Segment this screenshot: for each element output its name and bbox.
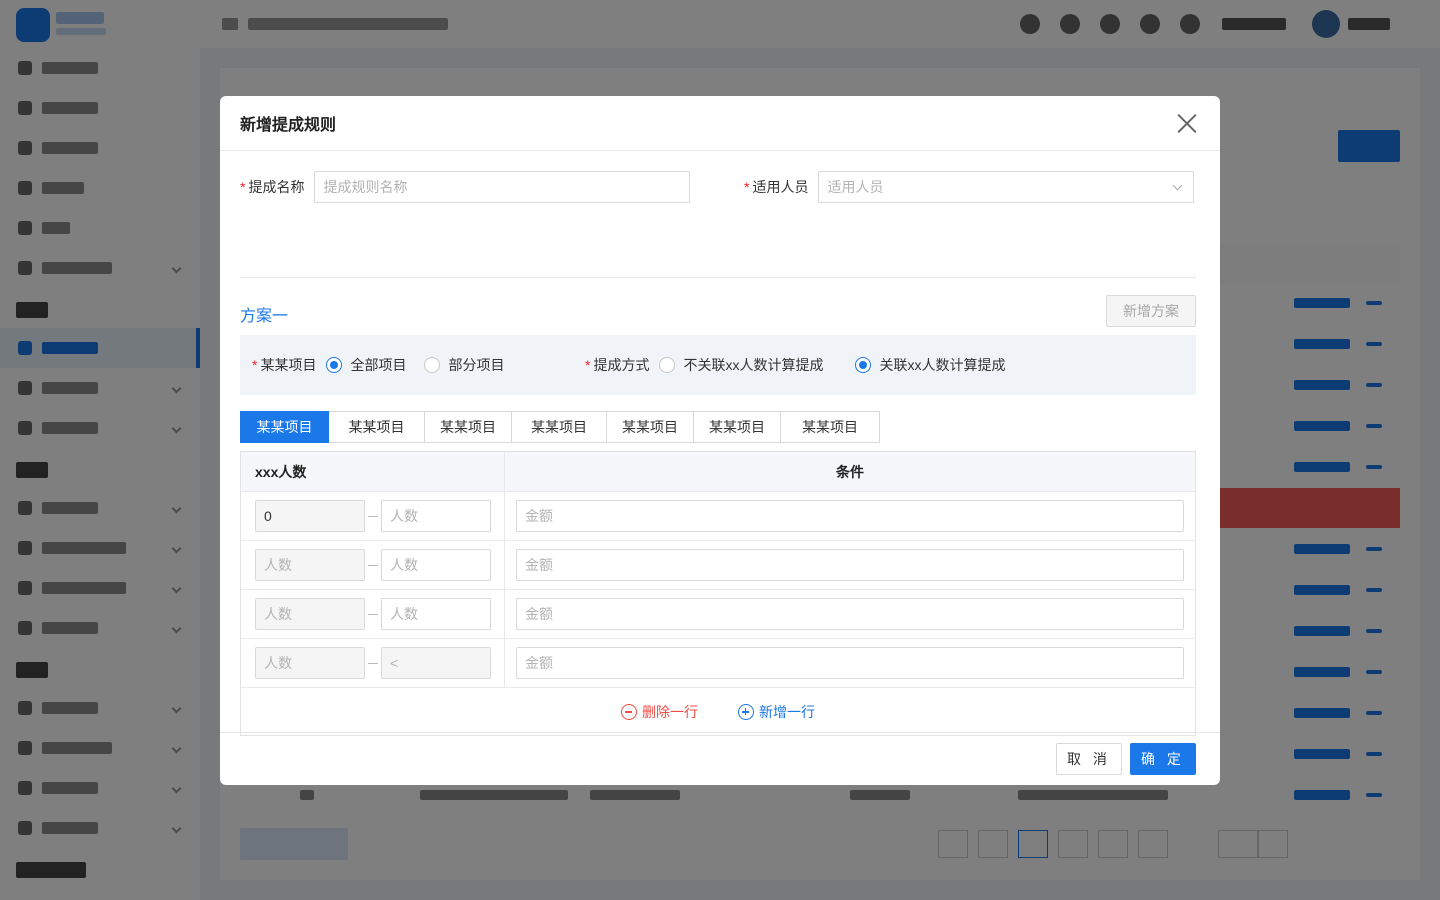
range-separator — [368, 515, 378, 517]
condition-table: xxx人数 条件 0 人数 金额 人数 人数 金额 人数 人数 金额 人数 < … — [240, 451, 1196, 736]
radio-label: 关联xx人数计算提成 — [879, 357, 1006, 373]
add-row-button[interactable]: 新增一行 — [738, 702, 815, 722]
required-mark: * — [585, 357, 591, 373]
applicable-staff-select[interactable]: 适用人员 — [818, 171, 1195, 203]
amount-input[interactable] — [516, 647, 1184, 679]
table-header: xxx人数 条件 — [241, 452, 1195, 492]
table-actions: 删除一行 新增一行 — [241, 688, 1195, 736]
tab-project-7[interactable]: 某某项目 — [781, 411, 880, 443]
applicable-staff-field: * 适用人员 适用人员 — [744, 171, 1195, 203]
modal-header: 新增提成规则 — [220, 96, 1220, 151]
count-to-input[interactable] — [381, 647, 491, 679]
count-from-input[interactable] — [255, 549, 365, 581]
applicable-staff-label: 适用人员 — [752, 179, 809, 195]
amount-cell — [505, 492, 1195, 540]
radio-all-projects[interactable]: 全部项目 — [326, 355, 406, 375]
modal-title: 新增提成规则 — [240, 117, 337, 134]
cancel-button[interactable]: 取 消 — [1056, 743, 1122, 775]
radio-some-projects[interactable]: 部分项目 — [424, 355, 504, 375]
count-to-input[interactable] — [381, 500, 491, 532]
tab-project-1[interactable]: 某某项目 — [240, 411, 329, 443]
radio-label: 不关联xx人数计算提成 — [683, 357, 824, 373]
count-range-cell — [241, 492, 505, 540]
table-row — [241, 492, 1195, 541]
chevron-down-icon — [1173, 180, 1183, 191]
delete-row-button[interactable]: 删除一行 — [621, 702, 698, 722]
method-label: 提成方式 — [593, 357, 650, 373]
minus-circle-icon — [621, 704, 637, 720]
method-radio-group: * 提成方式 不关联xx人数计算提成 关联xx人数计算提成 — [585, 353, 1023, 377]
radio-not-linked[interactable]: 不关联xx人数计算提成 — [659, 355, 823, 375]
table-row — [241, 541, 1195, 590]
range-separator — [368, 613, 378, 615]
scheme-title: 方案一 — [240, 308, 289, 325]
column-header-condition: 条件 — [836, 463, 864, 480]
commission-name-label: 提成名称 — [248, 179, 305, 195]
scheme-options-panel: * 某某项目 全部项目 部分项目 * 提成方式 不关联xx人数计算提成 关联xx… — [240, 335, 1196, 395]
amount-input[interactable] — [516, 500, 1184, 532]
radio-label: 全部项目 — [350, 357, 407, 373]
project-tabs: 某某项目 某某项目 某某项目 某某项目 某某项目 某某项目 某某项目 — [240, 411, 880, 443]
table-row — [241, 590, 1195, 639]
range-separator — [368, 662, 378, 664]
close-icon[interactable] — [1176, 112, 1198, 134]
count-from-input[interactable] — [255, 598, 365, 630]
radio-checked-icon — [855, 357, 872, 373]
amount-cell — [505, 639, 1195, 687]
radio-unchecked-icon — [659, 357, 676, 373]
tab-project-3[interactable]: 某某项目 — [425, 411, 512, 443]
count-from-input[interactable] — [255, 500, 365, 532]
delete-row-label: 删除一行 — [642, 704, 698, 720]
required-mark: * — [240, 179, 246, 195]
project-radio-group: * 某某项目 全部项目 部分项目 — [252, 353, 522, 377]
tab-project-6[interactable]: 某某项目 — [694, 411, 781, 443]
tab-project-2[interactable]: 某某项目 — [329, 411, 425, 443]
radio-unchecked-icon — [424, 357, 441, 373]
amount-input[interactable] — [516, 598, 1184, 630]
amount-cell — [505, 541, 1195, 589]
add-row-label: 新增一行 — [759, 704, 815, 720]
plus-circle-icon — [738, 704, 754, 720]
modal-footer: 取 消 确 定 — [220, 732, 1220, 785]
divider — [240, 277, 1196, 278]
commission-name-input[interactable] — [314, 171, 691, 203]
count-range-cell — [241, 590, 505, 638]
required-mark: * — [252, 357, 258, 373]
amount-input[interactable] — [516, 549, 1184, 581]
count-range-cell — [241, 541, 505, 589]
amount-cell — [505, 590, 1195, 638]
column-header-count: xxx人数 — [241, 452, 505, 491]
count-range-cell — [241, 639, 505, 687]
radio-checked-icon — [326, 357, 343, 373]
tab-project-5[interactable]: 某某项目 — [607, 411, 694, 443]
add-scheme-button[interactable]: 新增方案 — [1106, 295, 1196, 327]
count-to-input[interactable] — [381, 598, 491, 630]
radio-label: 部分项目 — [448, 357, 505, 373]
add-commission-rule-modal: 新增提成规则 * 提成名称 * 适用人员 适用人员 方案一 新增方案 * 某某项… — [220, 96, 1220, 785]
commission-name-field: * 提成名称 — [240, 171, 691, 203]
count-from-input[interactable] — [255, 647, 365, 679]
radio-linked[interactable]: 关联xx人数计算提成 — [855, 355, 1005, 375]
project-label: 某某项目 — [260, 357, 317, 373]
confirm-button[interactable]: 确 定 — [1130, 743, 1196, 775]
applicable-staff-placeholder: 适用人员 — [827, 179, 884, 195]
required-mark: * — [744, 179, 750, 195]
range-separator — [368, 564, 378, 566]
tab-project-4[interactable]: 某某项目 — [512, 411, 607, 443]
table-row — [241, 639, 1195, 688]
count-to-input[interactable] — [381, 549, 491, 581]
